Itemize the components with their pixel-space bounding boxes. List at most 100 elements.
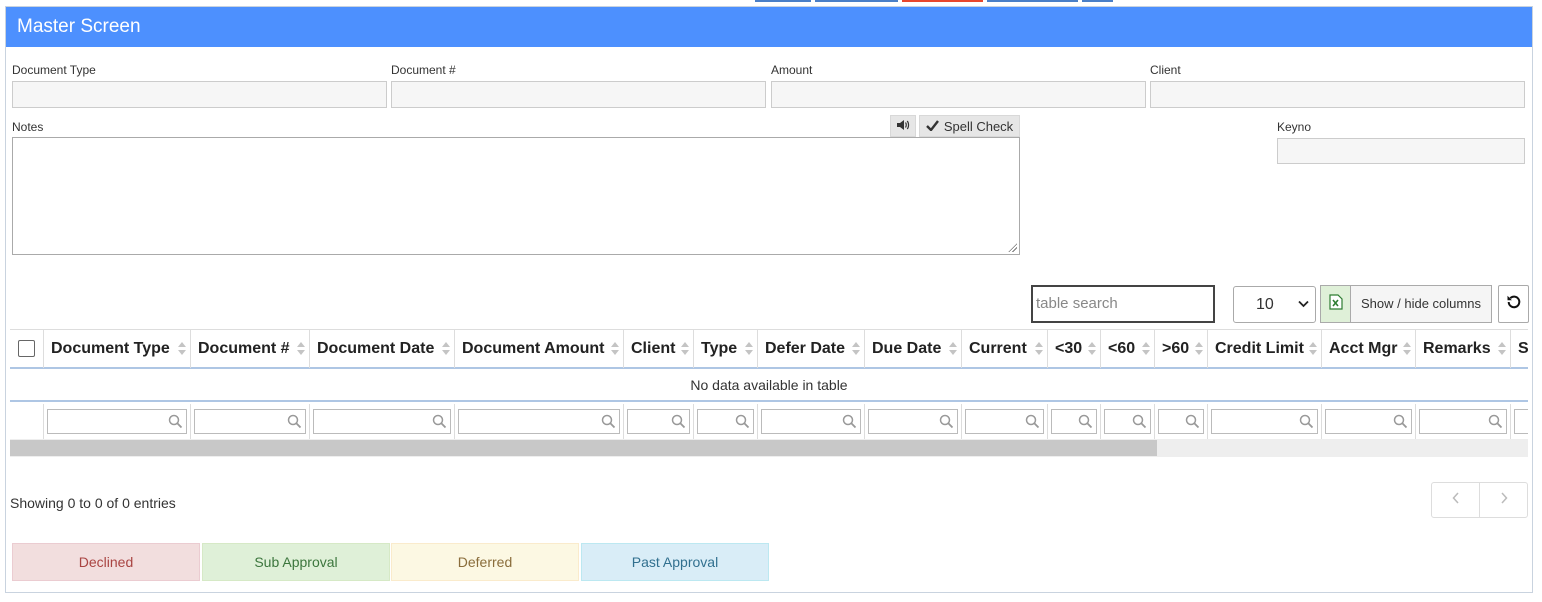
previous-page-button[interactable] [1432,483,1480,517]
column-filter-input[interactable] [1104,409,1151,434]
sort-arrows-icon[interactable] [1142,342,1150,356]
column-header-due-date[interactable]: Due Date [865,330,962,368]
sort-arrows-icon[interactable] [442,342,450,356]
filter-cell-document-type [44,404,191,439]
magnifier-icon [735,414,750,429]
column-header-lt30[interactable]: <30 [1048,330,1101,368]
column-header-label: Document Date [317,340,435,357]
column-header-client[interactable]: Client [624,330,694,368]
column-filter-input[interactable] [1051,409,1097,434]
sort-arrows-icon[interactable] [1498,342,1506,356]
filter-cell-acct-mgr [1322,404,1416,439]
column-header-type[interactable]: Type [694,330,758,368]
spell-check-button[interactable]: Spell Check [919,115,1020,137]
sort-arrows-icon[interactable] [1309,342,1317,356]
sort-arrows-icon[interactable] [949,342,957,356]
client-field[interactable] [1150,81,1525,108]
column-filter-input[interactable] [697,409,754,434]
column-header-document-type[interactable]: Document Type [44,330,191,368]
show-hide-columns-button[interactable]: Show / hide columns [1350,285,1492,323]
document-type-field[interactable] [12,81,387,108]
sort-arrows-icon[interactable] [1403,342,1411,356]
filter-cell-gt60 [1155,404,1208,439]
notes-textarea[interactable] [12,137,1020,255]
column-filter-input[interactable] [458,409,620,434]
sort-arrows-icon[interactable] [1035,342,1043,356]
refresh-icon [1506,294,1522,315]
column-filter-input[interactable] [1325,409,1412,434]
next-page-button[interactable] [1480,483,1527,517]
sort-arrows-icon[interactable] [1195,342,1203,356]
sort-arrows-icon[interactable] [1088,342,1096,356]
keyno-field[interactable] [1277,138,1525,164]
magnifier-icon [1078,414,1093,429]
resize-handle-icon[interactable] [1008,243,1017,252]
column-header-label: Due Date [872,340,942,357]
chevron-left-icon [1451,491,1460,509]
top-tab-3[interactable] [902,0,983,2]
column-filter-input[interactable] [313,409,451,434]
filter-cell-due-date [865,404,962,439]
column-header-label: >60 [1162,340,1190,357]
amount-field[interactable] [771,81,1146,108]
magnifier-icon [287,414,302,429]
column-header-document-date[interactable]: Document Date [310,330,455,368]
filter-cell-s [1511,404,1528,439]
top-tab-5[interactable] [1082,0,1113,2]
column-filter-input[interactable] [965,409,1044,434]
speak-button[interactable] [890,115,916,137]
column-header-s[interactable]: S [1511,330,1528,368]
column-header-label: Document Type [51,340,170,357]
sort-arrows-icon[interactable] [681,342,689,356]
column-header-lt60[interactable]: <60 [1101,330,1155,368]
sort-arrows-icon[interactable] [611,342,619,356]
magnifier-icon [1488,414,1503,429]
column-header-label: Type [701,340,738,357]
column-filter-input[interactable] [1419,409,1507,434]
select-all-checkbox[interactable] [18,340,35,357]
top-tab-2[interactable] [815,0,898,2]
filter-cell-lt60 [1101,404,1155,439]
column-header-remarks[interactable]: Remarks [1416,330,1511,368]
column-filter-input[interactable] [1211,409,1318,434]
column-header-current[interactable]: Current [962,330,1048,368]
filter-cell-document-number [191,404,310,439]
scrollbar-thumb[interactable] [10,440,1157,456]
column-header-defer-date[interactable]: Defer Date [758,330,865,368]
amount-label: Amount [771,63,813,77]
horizontal-scrollbar[interactable] [10,439,1528,457]
column-header-document-number[interactable]: Document # [191,330,310,368]
refresh-button[interactable] [1498,285,1529,323]
document-number-label: Document # [391,63,456,77]
page-length-select[interactable]: 10 [1233,286,1316,323]
column-header-credit-limit[interactable]: Credit Limit [1208,330,1322,368]
column-header-document-amount[interactable]: Document Amount [455,330,624,368]
sort-arrows-icon[interactable] [852,342,860,356]
table-search-input[interactable]: table search [1031,285,1215,323]
column-filter-input[interactable] [1514,409,1528,434]
column-filter-input[interactable] [1158,409,1204,434]
chevron-right-icon [1500,491,1508,509]
sort-arrows-icon[interactable] [297,342,305,356]
magnifier-icon [939,414,954,429]
magnifier-icon [671,414,686,429]
top-tab-4[interactable] [987,0,1078,2]
column-header-gt60[interactable]: >60 [1155,330,1208,368]
filter-cell-document-amount [455,404,624,439]
magnifier-icon [842,414,857,429]
column-header-label: <30 [1055,340,1083,357]
page-length-value: 10 [1256,296,1274,313]
column-filter-input[interactable] [194,409,306,434]
column-filter-input[interactable] [868,409,958,434]
document-number-field[interactable] [391,81,766,108]
chevron-down-icon [1298,287,1309,322]
column-filter-input[interactable] [761,409,861,434]
export-excel-button[interactable] [1320,285,1351,323]
sort-arrows-icon[interactable] [178,342,186,356]
column-filter-input[interactable] [627,409,690,434]
column-header-acct-mgr[interactable]: Acct Mgr [1322,330,1416,368]
sort-arrows-icon[interactable] [745,342,753,356]
top-tab-1[interactable] [755,0,811,2]
speaker-icon [896,119,910,134]
column-filter-input[interactable] [47,409,187,434]
